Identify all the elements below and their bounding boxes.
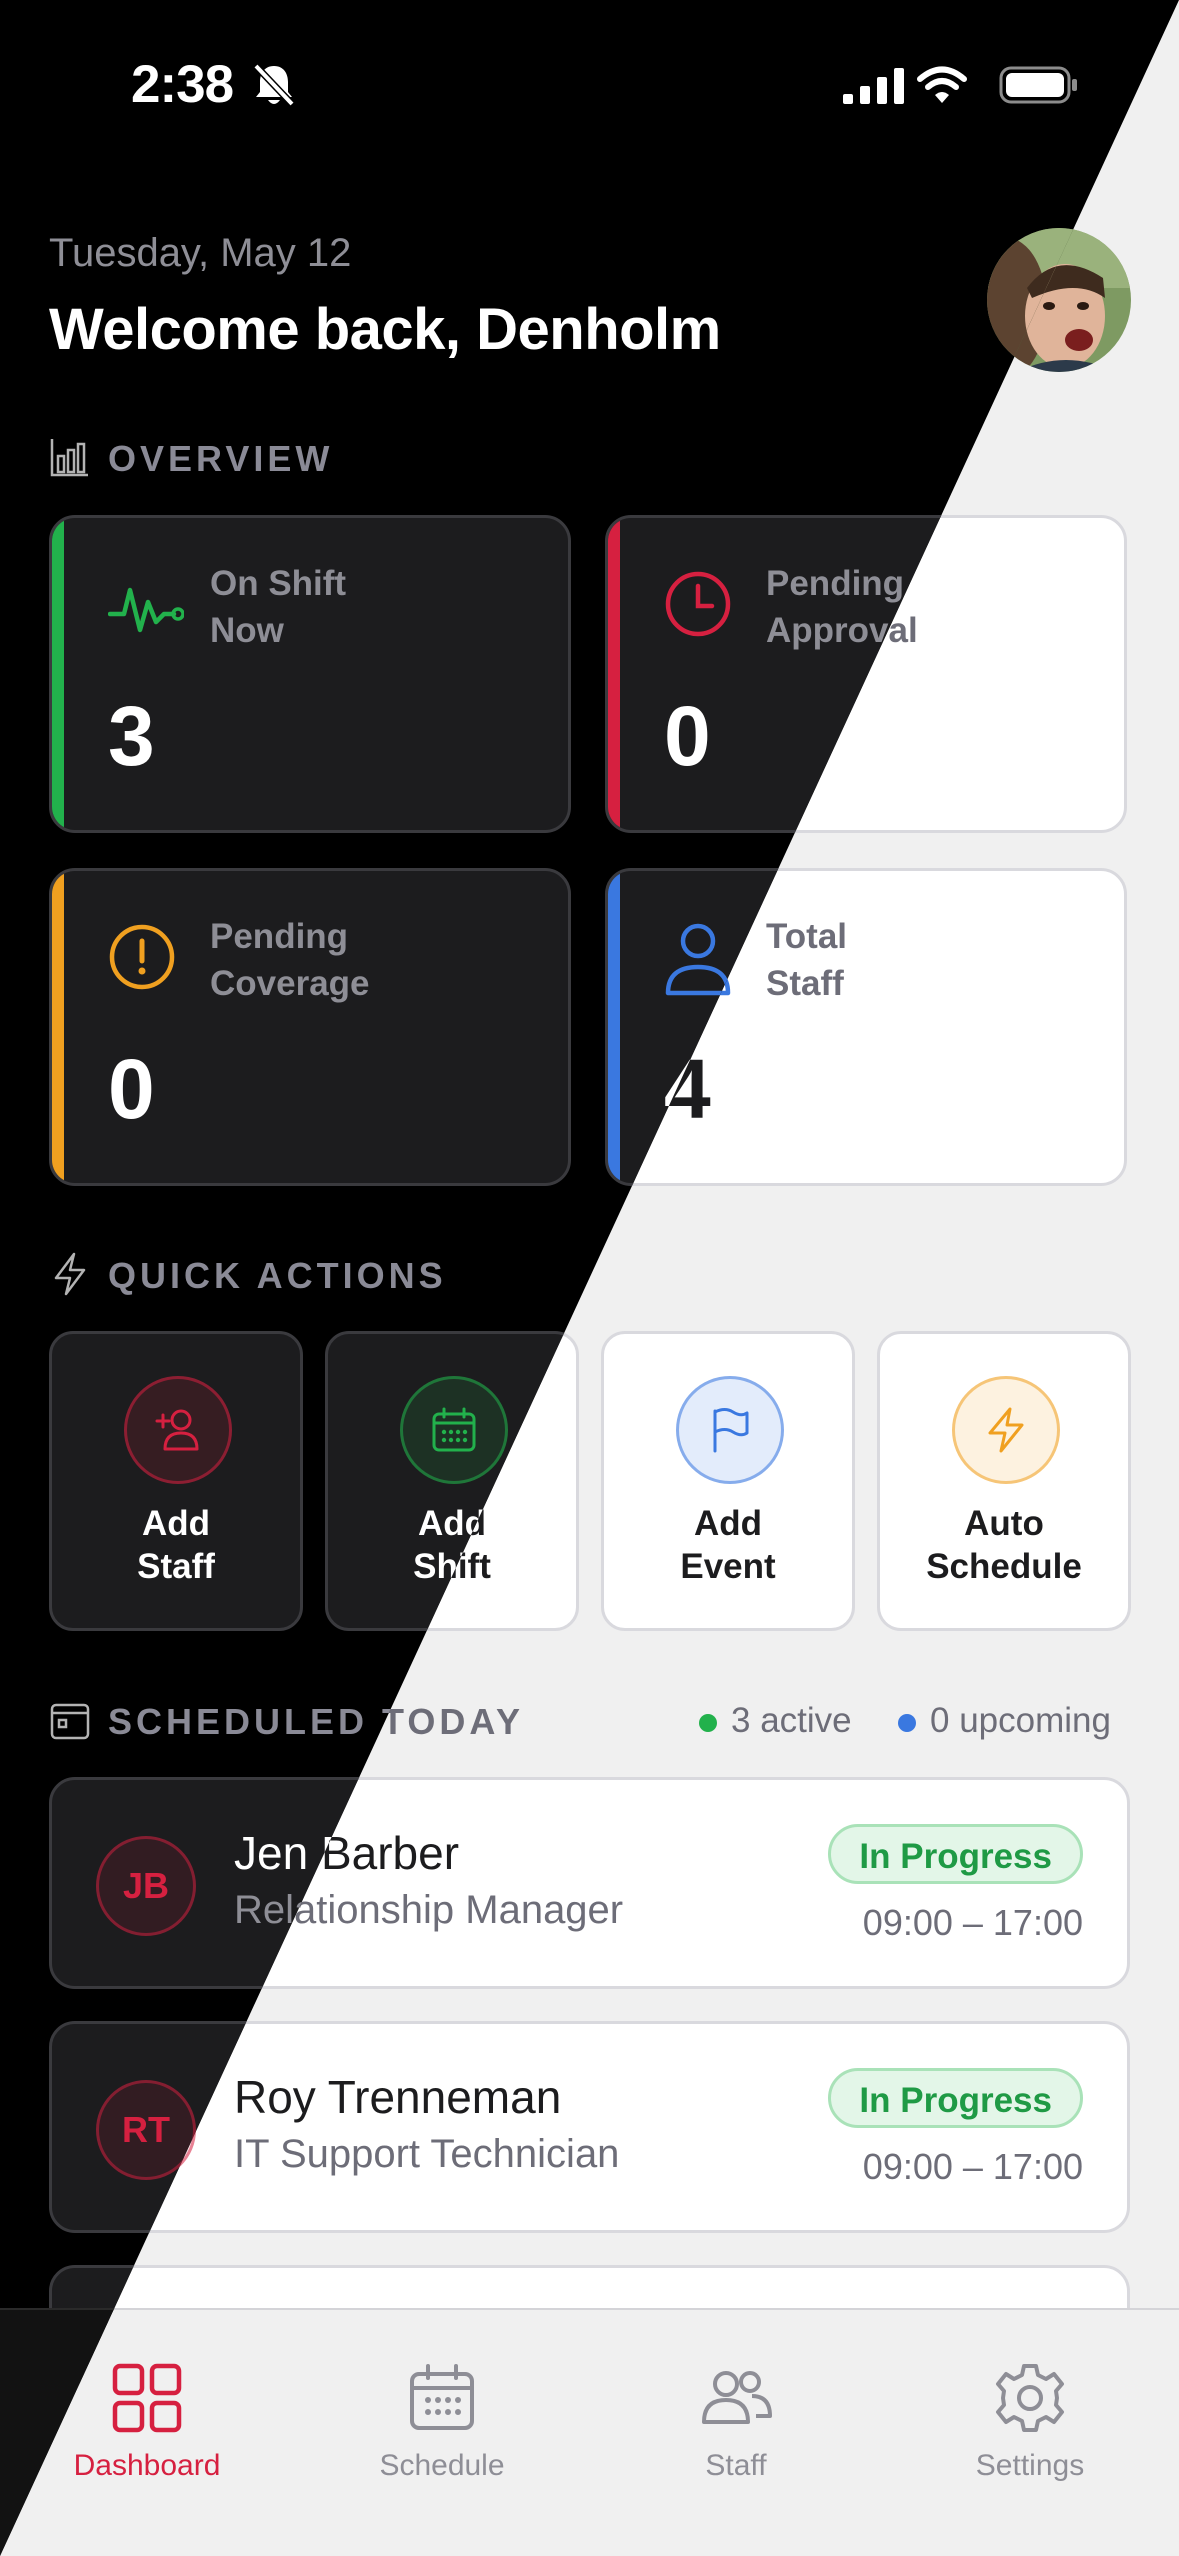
bolt-icon: [988, 1407, 1024, 1453]
stat-label-line1: Pending: [210, 917, 349, 956]
add-event-button[interactable]: Add Event: [601, 1331, 855, 1631]
activity-icon: [108, 587, 184, 633]
bell-off-icon: [253, 63, 295, 107]
active-count-text: 3 active: [731, 1701, 852, 1740]
stat-label-line2: Coverage: [210, 964, 370, 1003]
cellular-signal-icon: [843, 68, 904, 104]
users-icon: [702, 2371, 772, 2424]
welcome-heading: Welcome back, Denholm: [49, 297, 721, 362]
qa-label-line2: Schedule: [926, 1547, 1082, 1586]
qa-label-line1: Auto: [964, 1504, 1044, 1543]
stat-value: 0: [664, 689, 711, 783]
add-staff-button[interactable]: Add Staff: [49, 1331, 303, 1631]
tab-staff[interactable]: Staff: [616, 2362, 856, 2483]
stat-value: 3: [108, 689, 155, 783]
calendar-icon: [50, 1703, 90, 1740]
quick-actions-heading: QUICK ACTIONS: [108, 1255, 447, 1296]
calendar-icon: [410, 2364, 474, 2430]
bar-chart-icon: [50, 439, 88, 477]
grid-icon: [112, 2363, 182, 2433]
shift-time: 09:00 – 17:00: [862, 1902, 1083, 1943]
tab-label: Schedule: [379, 2449, 505, 2482]
alert-circle-icon: [109, 924, 175, 990]
initials-avatar: JB: [96, 1836, 196, 1936]
auto-schedule-button[interactable]: Auto Schedule: [877, 1331, 1131, 1631]
status-time: 2:38: [131, 55, 234, 114]
tab-schedule[interactable]: Schedule: [322, 2362, 562, 2483]
upcoming-count-text: 0 upcoming: [930, 1701, 1111, 1740]
wifi-icon: [917, 66, 967, 103]
gear-icon: [996, 2364, 1064, 2432]
stat-label-line1: On Shift: [210, 564, 347, 603]
stat-value: 0: [108, 1042, 155, 1136]
active-count: 3 active: [699, 1701, 852, 1741]
qa-label-line2: Event: [680, 1547, 776, 1586]
tab-label: Dashboard: [73, 2449, 221, 2482]
stat-label-line1: Total: [766, 917, 848, 956]
qa-label-line2: Staff: [137, 1547, 215, 1586]
stat-card-pending-coverage[interactable]: Pending Coverage 0: [49, 868, 571, 1186]
tab-label: Settings: [975, 2449, 1085, 2482]
status-badge: In Progress: [828, 1824, 1083, 1884]
stat-label-line1: Pending: [766, 564, 905, 603]
add-user-icon: [155, 1409, 199, 1451]
staff-name: Roy Trenneman: [234, 2071, 562, 2123]
status-badge: In Progress: [828, 2068, 1083, 2128]
qa-label-line1: Add: [141, 1504, 211, 1543]
overview-heading: OVERVIEW: [108, 438, 334, 479]
tab-label: Staff: [705, 2449, 767, 2482]
upcoming-count: 0 upcoming: [898, 1701, 1111, 1741]
stat-label-line2: Now: [210, 611, 284, 650]
bolt-icon: [54, 1252, 86, 1296]
tab-settings[interactable]: Settings: [910, 2362, 1150, 2483]
shift-time: 09:00 – 17:00: [862, 2146, 1083, 2187]
clock-icon: [665, 571, 731, 637]
current-date: Tuesday, May 12: [49, 231, 352, 275]
stat-label-line2: Staff: [766, 964, 844, 1003]
battery-icon: [999, 66, 1077, 104]
calendar-icon: [432, 1407, 476, 1452]
flag-icon: [713, 1408, 749, 1453]
tab-bar: Dashboard Schedule Staff Settings: [0, 2308, 1179, 2556]
staff-role: IT Support Technician: [234, 2132, 620, 2176]
qa-label-line1: Add: [693, 1504, 763, 1543]
stat-card-on-shift[interactable]: On Shift Now 3: [49, 515, 571, 833]
